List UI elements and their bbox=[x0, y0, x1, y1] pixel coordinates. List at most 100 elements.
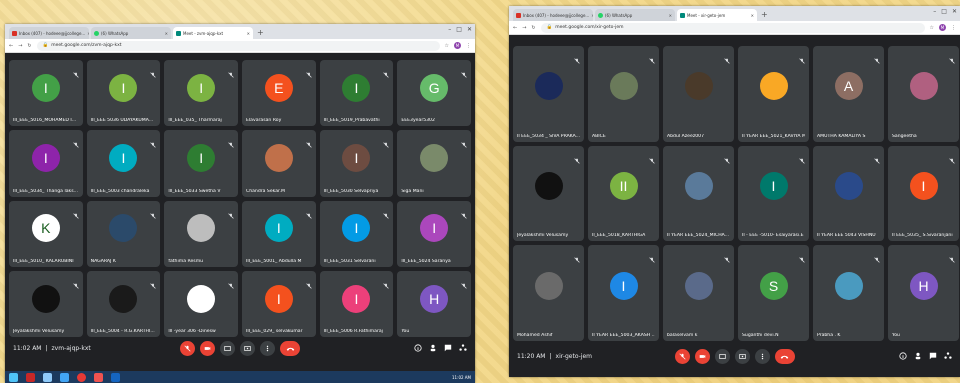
info-icon[interactable] bbox=[899, 352, 907, 360]
activities-icon[interactable] bbox=[944, 352, 952, 360]
taskbar-app-icon[interactable] bbox=[94, 372, 103, 382]
participant-tile[interactable]: II II_EEE_5018_KARTHIGA bbox=[588, 145, 659, 242]
participant-tile[interactable]: A AMUTHA KAMALIYA S bbox=[813, 46, 884, 142]
participant-tile[interactable]: Jeyalakshmi Velusamy bbox=[513, 145, 584, 242]
chrome-icon[interactable] bbox=[77, 372, 86, 382]
participant-tile[interactable]: Mohamed Ashif bbox=[513, 245, 584, 341]
reload-icon[interactable]: ↻ bbox=[27, 43, 31, 49]
taskbar-app-icon[interactable] bbox=[111, 372, 120, 382]
participant-tile[interactable]: S Suganthi devi.N bbox=[738, 245, 809, 341]
participant-tile[interactable]: Siga Mani bbox=[397, 130, 471, 197]
maximize-icon[interactable]: □ bbox=[941, 8, 947, 15]
chat-icon[interactable] bbox=[444, 344, 452, 352]
taskbar-app-icon[interactable] bbox=[26, 372, 35, 382]
browser-tab[interactable]: (6) WhatsApp ✕ bbox=[91, 27, 171, 39]
url-field[interactable]: 🔒 meet.google.com/zvm-ajqp-kxt bbox=[36, 40, 440, 51]
activities-icon[interactable] bbox=[459, 344, 467, 352]
participant-tile[interactable]: II EEE_5034 _ SIVA PRAKA... bbox=[513, 46, 584, 142]
close-tab-icon[interactable]: ✕ bbox=[87, 31, 89, 36]
close-tab-icon[interactable]: ✕ bbox=[247, 31, 250, 36]
close-tab-icon[interactable]: ✕ bbox=[591, 13, 593, 18]
reload-icon[interactable]: ↻ bbox=[531, 25, 535, 31]
people-icon[interactable] bbox=[429, 344, 437, 352]
windows-start-icon[interactable] bbox=[9, 372, 18, 382]
participant-tile[interactable]: III_EEE_5004 - R.G.KARTHI... bbox=[86, 270, 161, 337]
more-options-button[interactable] bbox=[260, 340, 275, 356]
mic-off-button[interactable] bbox=[674, 348, 690, 364]
participant-tile[interactable]: I III_EEE_5019_Prabavathi bbox=[319, 60, 394, 127]
participant-tile[interactable]: I II YEAR EEE_5003_AKASH ... bbox=[588, 245, 659, 341]
info-icon[interactable] bbox=[414, 344, 422, 352]
new-tab-icon[interactable]: + bbox=[761, 9, 768, 21]
profile-avatar[interactable]: M bbox=[454, 42, 461, 49]
participant-tile[interactable]: II YEAR EEE_5021_KAVIYA M bbox=[738, 46, 809, 142]
captions-button[interactable] bbox=[714, 348, 730, 364]
participant-tile[interactable]: II YEAR EEE 5043 VISHNU bbox=[813, 145, 884, 242]
minimize-icon[interactable]: – bbox=[933, 8, 936, 15]
close-tab-icon[interactable]: ✕ bbox=[669, 13, 672, 18]
participant-tile[interactable]: fathima Resmu bbox=[164, 200, 238, 267]
taskbar-app-icon[interactable] bbox=[60, 372, 69, 382]
maximize-icon[interactable]: □ bbox=[456, 26, 462, 33]
participant-tile[interactable]: I III_EEE_5006 R.Fathimaraj bbox=[319, 270, 394, 337]
participant-tile[interactable]: Sangeetha bbox=[888, 46, 959, 142]
taskbar-app-icon[interactable] bbox=[43, 372, 52, 382]
leave-call-button[interactable] bbox=[280, 340, 300, 356]
menu-icon[interactable]: ⋮ bbox=[951, 25, 956, 31]
participant-tile[interactable]: H You bbox=[888, 245, 959, 341]
participant-tile[interactable]: Prabha . K bbox=[813, 245, 884, 341]
participant-tile[interactable]: I III_EEE_5034_ Thanga laks... bbox=[9, 130, 83, 197]
participant-tile[interactable]: Chandra Sekar.M bbox=[241, 130, 316, 197]
mic-off-button[interactable] bbox=[180, 340, 195, 356]
participant-tile[interactable]: H You bbox=[397, 270, 471, 337]
browser-tab-active[interactable]: Meet - xir-geto-jem ✕ bbox=[677, 9, 757, 21]
more-options-button[interactable] bbox=[754, 348, 770, 364]
close-window-icon[interactable]: ✕ bbox=[952, 8, 957, 15]
participant-tile[interactable]: NAGARAJ K bbox=[86, 200, 161, 267]
participant-tile[interactable]: I III_EEE_5031 Selvarani bbox=[319, 200, 394, 267]
leave-call-button[interactable] bbox=[774, 348, 795, 364]
browser-tab[interactable]: Inbox (407) - hodeee@jjcollege... ✕ bbox=[9, 27, 89, 39]
close-tab-icon[interactable]: ✕ bbox=[165, 31, 168, 36]
participant-tile[interactable]: G EEE3year5302 bbox=[397, 60, 471, 127]
participant-tile[interactable]: II YEAR EEE_5024_MICHA... bbox=[663, 145, 734, 242]
participant-tile[interactable]: III -year 306 -Dinesw bbox=[164, 270, 238, 337]
participant-tile[interactable]: I II EEE_5035_ S.Sivaranjani bbox=[888, 145, 959, 242]
browser-tab[interactable]: (6) WhatsApp ✕ bbox=[595, 9, 675, 21]
back-icon[interactable]: ← bbox=[513, 25, 517, 31]
participant-tile[interactable]: I III_EEE_029_ selvakumar bbox=[241, 270, 316, 337]
participant-tile[interactable]: I III_EEE_5003 chandraleka bbox=[86, 130, 161, 197]
camera-off-button[interactable] bbox=[200, 340, 215, 356]
browser-tab-active[interactable]: Meet - zvm-ajqp-kxt ✕ bbox=[173, 27, 253, 39]
minimize-icon[interactable]: – bbox=[448, 26, 451, 33]
participant-tile[interactable]: K III_EEE_5010_ KALARUBINI bbox=[9, 200, 83, 267]
star-icon[interactable]: ☆ bbox=[445, 43, 449, 49]
participant-tile[interactable]: I III_EEE_035_ Tharmaraj bbox=[164, 60, 238, 127]
present-button[interactable] bbox=[240, 340, 255, 356]
people-icon[interactable] bbox=[914, 352, 922, 360]
participant-tile[interactable]: ABICE bbox=[588, 46, 659, 142]
participant-tile[interactable]: I III_EEE_5024 Saranya bbox=[397, 200, 471, 267]
participant-tile[interactable]: E Elavarasan Roy bbox=[241, 60, 316, 127]
camera-off-button[interactable] bbox=[694, 348, 710, 364]
new-tab-icon[interactable]: + bbox=[257, 27, 264, 39]
participant-tile[interactable]: Jeyalakshmi Velusamy bbox=[9, 270, 83, 337]
menu-icon[interactable]: ⋮ bbox=[466, 43, 471, 49]
close-window-icon[interactable]: ✕ bbox=[467, 26, 472, 33]
participant-tile[interactable]: I III_EEE_5016_MOHAMED I... bbox=[9, 60, 83, 127]
participant-tile[interactable]: Abdul Azeez007 bbox=[663, 46, 734, 142]
present-button[interactable] bbox=[734, 348, 750, 364]
browser-tab[interactable]: Inbox (407) - hodeee@jjcollege... ✕ bbox=[513, 9, 593, 21]
profile-avatar[interactable]: M bbox=[939, 24, 946, 31]
close-tab-icon[interactable]: ✕ bbox=[751, 13, 754, 18]
forward-icon[interactable]: → bbox=[18, 43, 22, 49]
participant-tile[interactable]: I III_EEE_5001_ Abdulla M bbox=[241, 200, 316, 267]
forward-icon[interactable]: → bbox=[522, 25, 526, 31]
participant-tile[interactable]: I III_EEE_5033 Swetha V bbox=[164, 130, 238, 197]
chat-icon[interactable] bbox=[929, 352, 937, 360]
back-icon[interactable]: ← bbox=[9, 43, 13, 49]
participant-tile[interactable]: I II - EEE -5010- Esaiyarasi.E bbox=[738, 145, 809, 242]
url-field[interactable]: 🔒 meet.google.com/xir-geto-jem bbox=[540, 22, 925, 33]
captions-button[interactable] bbox=[220, 340, 235, 356]
participant-tile[interactable]: balaselvam k bbox=[663, 245, 734, 341]
